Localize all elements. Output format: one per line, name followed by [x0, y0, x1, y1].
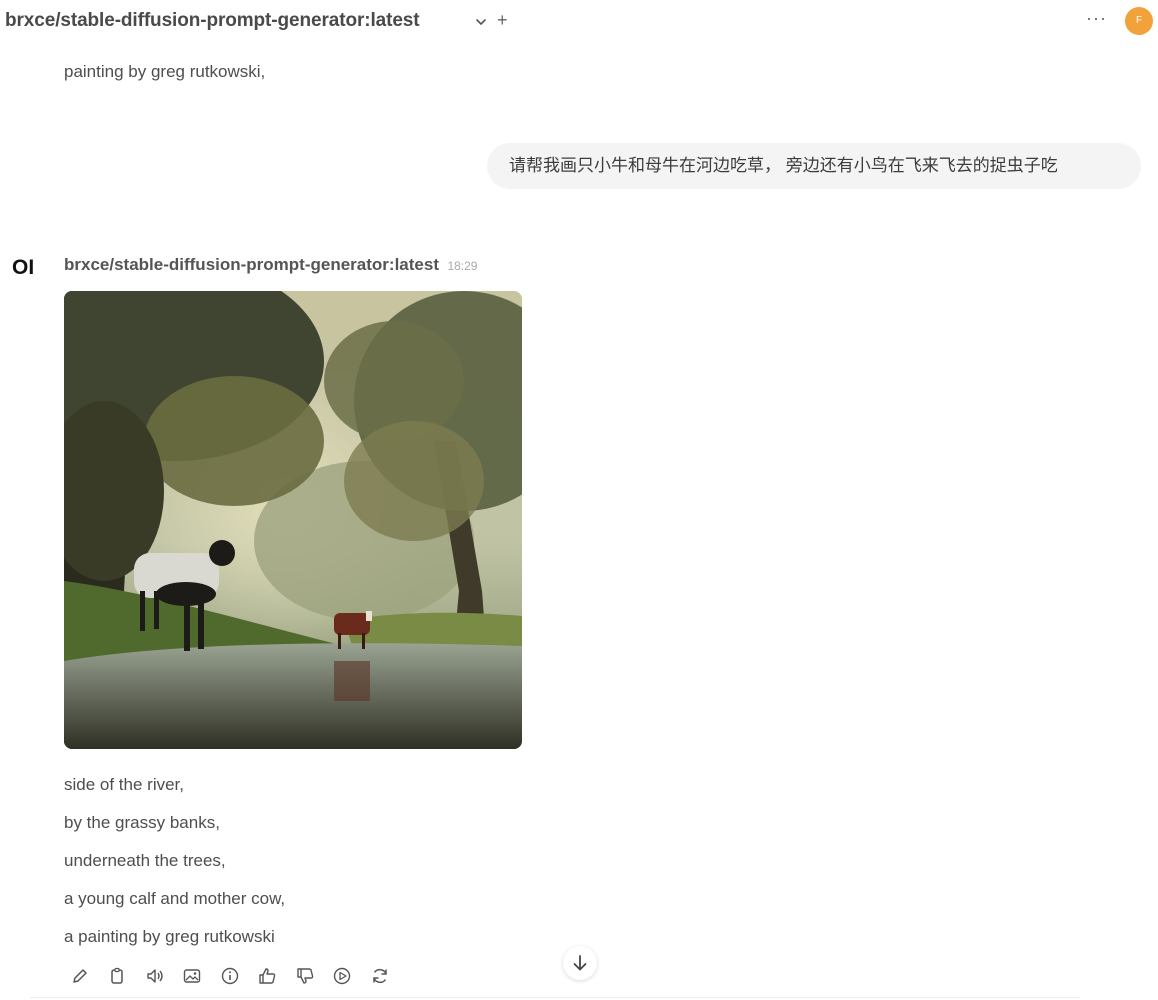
- more-options-button[interactable]: ···: [1086, 8, 1107, 29]
- response-line: a painting by greg rutkowski: [64, 927, 275, 946]
- response-line: underneath the trees,: [64, 851, 226, 870]
- user-message-bubble: 请帮我画只小牛和母牛在河边吃草， 旁边还有小鸟在飞来飞去的捉虫子吃: [487, 143, 1141, 189]
- generated-image[interactable]: [64, 291, 522, 749]
- speaker-icon[interactable]: [145, 966, 167, 988]
- chevron-down-icon[interactable]: [473, 14, 489, 30]
- response-line: by the grassy banks,: [64, 813, 220, 832]
- arrow-down-icon: [573, 955, 587, 971]
- play-icon[interactable]: [332, 966, 354, 988]
- info-icon[interactable]: [220, 966, 242, 988]
- response-header: brxce/stable-diffusion-prompt-generator:…: [64, 255, 477, 275]
- image-icon[interactable]: [182, 966, 204, 988]
- input-area-divider: [30, 997, 1080, 998]
- response-line: a young calf and mother cow,: [64, 889, 286, 908]
- add-model-button[interactable]: +: [497, 10, 508, 31]
- response-timestamp: 18:29: [447, 259, 478, 273]
- user-avatar[interactable]: F: [1125, 7, 1153, 35]
- response-line: side of the river,: [64, 775, 185, 794]
- response-text: side of the river, by the grassy banks, …: [64, 775, 285, 965]
- model-selector-title[interactable]: brxce/stable-diffusion-prompt-generator:…: [5, 10, 420, 32]
- scroll-to-bottom-button[interactable]: [563, 946, 597, 980]
- assistant-logo: OI: [12, 256, 35, 279]
- response-model-name: brxce/stable-diffusion-prompt-generator:…: [64, 255, 439, 274]
- previous-response-line: painting by greg rutkowski,: [64, 62, 266, 81]
- top-bar: brxce/stable-diffusion-prompt-generator:…: [0, 0, 1158, 44]
- thumbs-down-icon[interactable]: [295, 966, 317, 988]
- copy-icon[interactable]: [107, 966, 129, 988]
- response-action-bar: [70, 966, 403, 988]
- regenerate-icon[interactable]: [370, 966, 392, 988]
- thumbs-up-icon[interactable]: [257, 966, 279, 988]
- edit-icon[interactable]: [70, 966, 92, 988]
